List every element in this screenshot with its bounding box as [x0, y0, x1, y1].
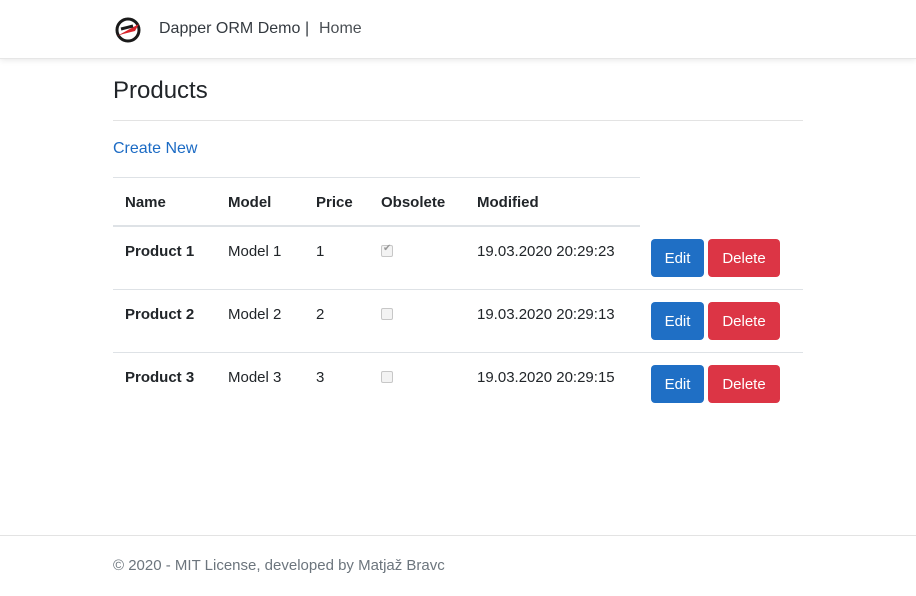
title-divider	[113, 120, 803, 121]
product-modified: 19.03.2020 20:29:15	[477, 369, 615, 386]
column-header-modified: Modified	[477, 194, 539, 211]
product-model: Model 3	[228, 369, 282, 386]
delete-button[interactable]: Delete	[708, 365, 780, 403]
product-price: 2	[316, 306, 325, 323]
create-new-link[interactable]: Create New	[113, 140, 197, 158]
product-name: Product 1	[125, 243, 195, 260]
footer-text: © 2020 - MIT License, developed by Matja…	[113, 557, 445, 574]
product-name: Product 2	[125, 306, 195, 323]
table-row: Product 1 Model 1 1 19.03.2020 20:29:23 …	[113, 227, 803, 290]
product-name: Product 3	[125, 369, 195, 386]
page-title: Products	[113, 77, 208, 104]
delete-button[interactable]: Delete	[708, 239, 780, 277]
product-modified: 19.03.2020 20:29:13	[477, 306, 615, 323]
table-header: Name Model Price Obsolete Modified	[113, 177, 640, 227]
obsolete-checkbox	[381, 243, 393, 257]
product-price: 3	[316, 369, 325, 386]
column-header-name: Name	[125, 194, 166, 211]
edit-button[interactable]: Edit	[651, 302, 704, 340]
dapper-logo-icon[interactable]	[113, 17, 143, 43]
navbar: Dapper ORM Demo | Home	[0, 0, 916, 59]
product-price: 1	[316, 243, 325, 260]
product-modified: 19.03.2020 20:29:23	[477, 243, 615, 260]
brand-link[interactable]: Dapper ORM Demo	[159, 20, 300, 38]
product-model: Model 2	[228, 306, 282, 323]
nav-home-link[interactable]: Home	[319, 20, 362, 38]
column-header-model: Model	[228, 194, 272, 211]
delete-button[interactable]: Delete	[708, 302, 780, 340]
table-row: Product 3 Model 3 3 19.03.2020 20:29:15 …	[113, 353, 803, 416]
product-model: Model 1	[228, 243, 282, 260]
products-table: Name Model Price Obsolete Modified Produ…	[113, 177, 803, 416]
edit-button[interactable]: Edit	[651, 365, 704, 403]
column-header-obsolete: Obsolete	[381, 194, 446, 211]
footer-divider	[0, 535, 916, 536]
column-header-price: Price	[316, 194, 353, 211]
table-row: Product 2 Model 2 2 19.03.2020 20:29:13 …	[113, 290, 803, 353]
obsolete-checkbox	[381, 308, 393, 320]
obsolete-checkbox	[381, 371, 393, 383]
nav-separator: |	[305, 20, 310, 37]
edit-button[interactable]: Edit	[651, 239, 704, 277]
